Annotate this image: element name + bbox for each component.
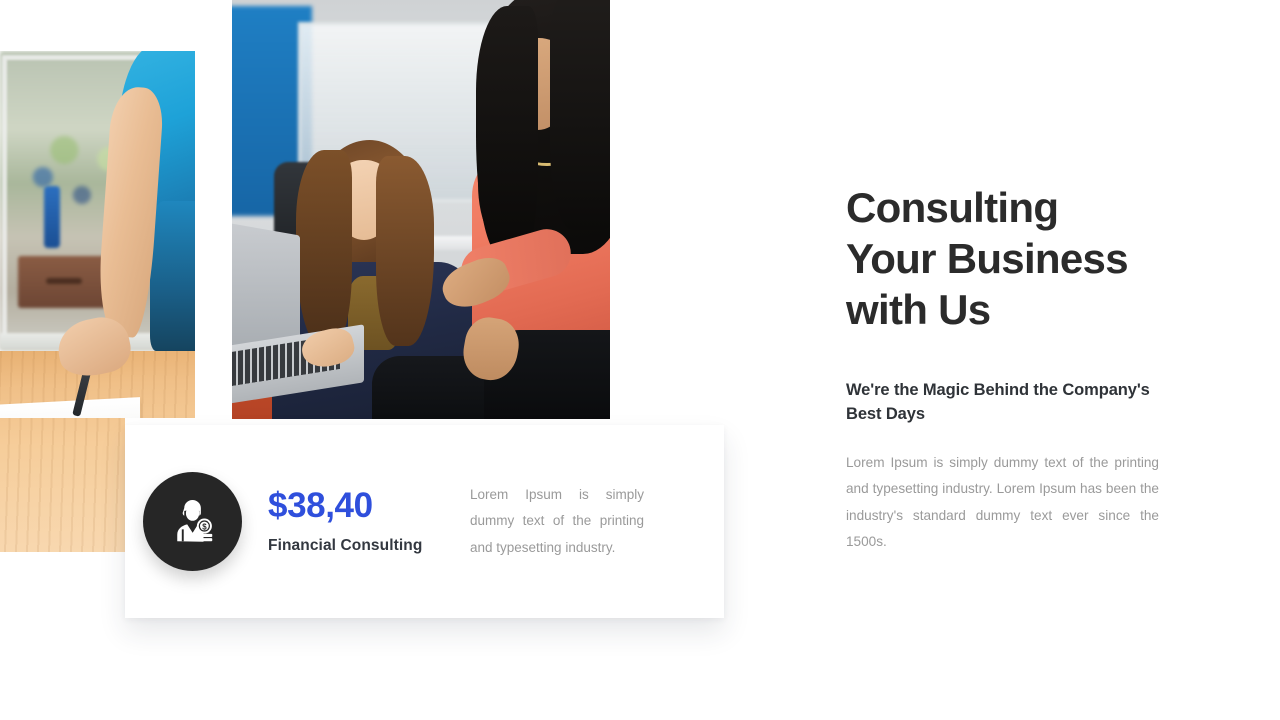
left-photo-bottom-block <box>0 418 125 552</box>
price-card-icon-column: $ <box>125 472 260 571</box>
left-photo-top-block <box>0 51 195 418</box>
woman-right-hair-side <box>550 0 610 230</box>
slide-canvas: $ $38,40 Financial Consulting Lorem Ipsu… <box>0 0 1280 720</box>
right-text-column: Consulting Your Business with Us We're t… <box>846 182 1159 556</box>
wooden-desk-surface-2 <box>0 418 125 552</box>
headline-line-2: Your Business <box>846 235 1129 282</box>
svg-text:$: $ <box>202 522 207 531</box>
body-paragraph: Lorem Ipsum is simply dummy text of the … <box>846 455 1159 550</box>
subheading: We're the Magic Behind the Company's Bes… <box>846 381 1150 423</box>
left-photo-scene-continued <box>0 418 125 552</box>
woman-right-hair-front <box>476 6 538 256</box>
financial-advisor-icon: $ <box>143 472 242 571</box>
price-card-price-column: $38,40 Financial Consulting <box>260 485 470 556</box>
center-photo <box>232 0 610 419</box>
headline-line-3: with Us <box>846 286 991 333</box>
price-service-label: Financial Consulting <box>268 537 423 555</box>
price-card[interactable]: $ $38,40 Financial Consulting Lorem Ipsu… <box>125 425 724 618</box>
teal-shirt-lower-shape <box>150 201 195 351</box>
woman-left-hair-front-right <box>376 156 434 346</box>
page-title: Consulting Your Business with Us <box>846 182 1159 335</box>
woman-left-hair-front-left <box>296 150 352 346</box>
left-photo-scene <box>0 51 195 418</box>
headline-line-1: Consulting <box>846 184 1059 231</box>
price-card-description: Lorem Ipsum is simply dummy text of the … <box>470 486 644 555</box>
price-value: $38,40 <box>268 485 373 525</box>
